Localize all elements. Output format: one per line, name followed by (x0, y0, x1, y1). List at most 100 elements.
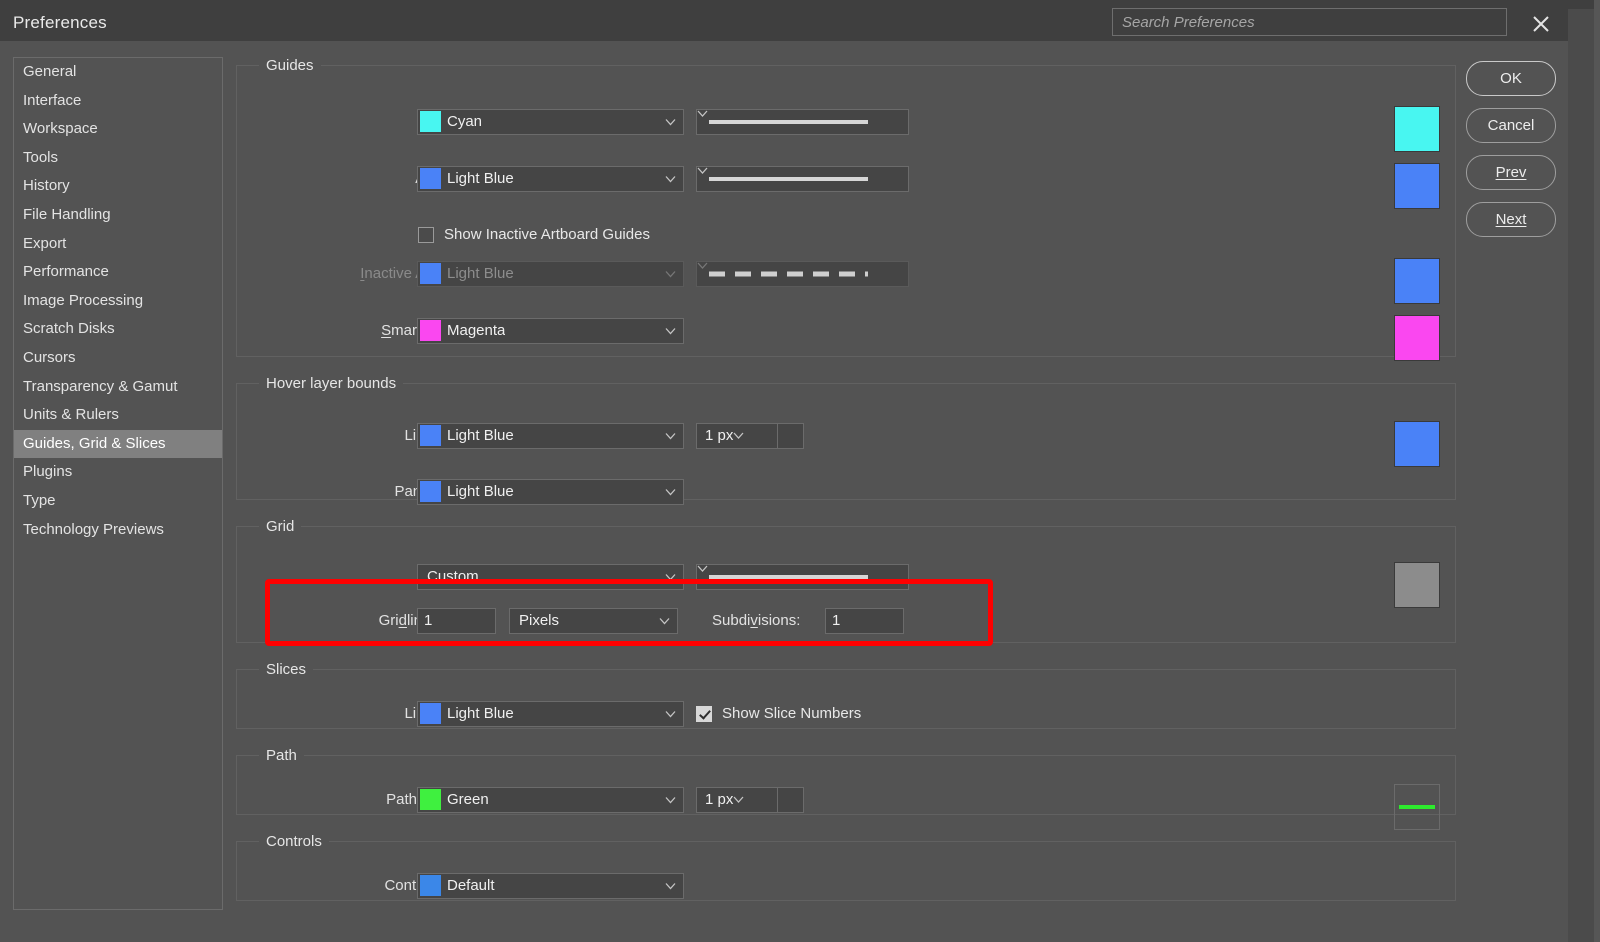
sidebar-item-tools[interactable]: Tools (14, 144, 222, 173)
slices-group: Slices Line Color: Light Blue Show Slice… (236, 661, 1456, 729)
grid-spacing-row: Gridline Every: Pixels Subdivisions: (237, 597, 1455, 644)
show-inactive-artboard-guides-label: Show Inactive Artboard Guides (444, 226, 650, 243)
search-preferences-box[interactable] (1112, 8, 1507, 36)
sidebar-item-export[interactable]: Export (14, 230, 222, 259)
guides-smart-guides-row: Smart Guides: Magenta (237, 307, 1455, 354)
preferences-category-list[interactable]: General Interface Workspace Tools Histor… (13, 57, 223, 910)
grid-color-preview (1394, 562, 1440, 608)
sidebar-item-guides-grid-slices[interactable]: Guides, Grid & Slices (14, 430, 222, 459)
chevron-down-icon (665, 710, 676, 717)
guides-inactive-artboard-line-style-select (696, 261, 909, 287)
sidebar-item-plugins[interactable]: Plugins (14, 458, 222, 487)
sidebar-item-transparency-gamut[interactable]: Transparency & Gamut (14, 373, 222, 402)
guides-inactive-artboard-color-preview (1394, 258, 1440, 304)
sidebar-item-file-handling[interactable]: File Handling (14, 201, 222, 230)
guides-inactive-artboard-color-select: Light Blue (417, 261, 684, 287)
hover-line-width-value: 1 px (705, 427, 733, 444)
light-blue-swatch-icon (420, 168, 441, 189)
path-group-legend: Path (259, 747, 304, 764)
hover-line-color-preview (1394, 421, 1440, 467)
next-button[interactable]: Next (1466, 202, 1556, 237)
show-inactive-artboard-guides-checkbox[interactable] (418, 227, 434, 243)
hover-line-color-row: Line Color: Light Blue 1 px (237, 412, 1455, 459)
dialog-action-buttons: OK Cancel Prev Next (1466, 61, 1556, 249)
chevron-down-icon (659, 617, 670, 624)
controls-group-legend: Controls (259, 833, 329, 850)
sidebar-item-interface[interactable]: Interface (14, 87, 222, 116)
search-input[interactable] (1113, 9, 1506, 35)
light-blue-swatch-icon (420, 481, 441, 502)
gridline-unit-select[interactable]: Pixels (509, 608, 678, 634)
grid-group-legend: Grid (259, 518, 301, 535)
light-blue-swatch-icon (420, 703, 441, 724)
subdivisions-input[interactable] (825, 608, 904, 634)
show-slice-numbers-checkbox[interactable] (696, 706, 712, 722)
guides-inactive-artboard-row: Inactive Artboard: Light Blue (237, 250, 1455, 297)
sidebar-item-cursors[interactable]: Cursors (14, 344, 222, 373)
chevron-down-icon (665, 327, 676, 334)
solid-line-preview-icon (709, 120, 868, 124)
sidebar-item-scratch-disks[interactable]: Scratch Disks (14, 315, 222, 344)
hover-line-color-select[interactable]: Light Blue (417, 423, 684, 449)
guides-canvas-row: Canvas: Cyan (237, 98, 1455, 145)
solid-line-preview-icon (709, 575, 868, 579)
sidebar-item-image-processing[interactable]: Image Processing (14, 287, 222, 316)
gridline-unit-value: Pixels (519, 612, 559, 629)
prev-button-label: Prev (1496, 164, 1527, 181)
chevron-down-icon (697, 167, 908, 174)
sidebar-item-performance[interactable]: Performance (14, 258, 222, 287)
guides-inactive-artboard-color-value: Light Blue (447, 265, 514, 282)
path-group: Path Path Options: Green 1 px (236, 747, 1456, 815)
sidebar-item-units-rulers[interactable]: Units & Rulers (14, 401, 222, 430)
path-line-width-select[interactable]: 1 px (696, 787, 804, 813)
guides-canvas-color-preview (1394, 106, 1440, 152)
slices-line-color-value: Light Blue (447, 705, 514, 722)
guides-canvas-color-select[interactable]: Cyan (417, 109, 684, 135)
hover-panel-color-row: Panel Color: Light Blue (237, 468, 1455, 515)
guides-artboard-color-select[interactable]: Light Blue (417, 166, 684, 192)
chevron-down-icon (665, 118, 676, 125)
px-divider (777, 424, 778, 448)
grid-color-select[interactable]: Custom... (417, 564, 684, 590)
gridline-every-input[interactable] (417, 608, 496, 634)
guides-artboard-color-preview (1394, 163, 1440, 209)
sidebar-item-workspace[interactable]: Workspace (14, 115, 222, 144)
guides-artboard-line-style-select[interactable] (696, 166, 909, 192)
chevron-down-icon (665, 488, 676, 495)
show-slice-numbers-label: Show Slice Numbers (722, 705, 861, 722)
grid-color-row: Color: Custom... (237, 553, 1455, 600)
control-color-select[interactable]: Default (417, 873, 684, 899)
grid-line-style-select[interactable] (696, 564, 909, 590)
sidebar-item-general[interactable]: General (14, 58, 222, 87)
sidebar-item-technology-previews[interactable]: Technology Previews (14, 516, 222, 545)
path-color-preview (1394, 784, 1440, 830)
cancel-button[interactable]: Cancel (1466, 108, 1556, 143)
chevron-down-icon (665, 270, 676, 277)
hover-line-width-select[interactable]: 1 px (696, 423, 804, 449)
next-button-label: Next (1496, 211, 1527, 228)
path-options-color-select[interactable]: Green (417, 787, 684, 813)
chevron-down-icon (665, 882, 676, 889)
solid-line-preview-icon (709, 177, 868, 181)
slices-line-color-select[interactable]: Light Blue (417, 701, 684, 727)
sidebar-item-history[interactable]: History (14, 172, 222, 201)
show-slice-numbers-row[interactable]: Show Slice Numbers (696, 705, 861, 722)
guides-smart-guides-color-select[interactable]: Magenta (417, 318, 684, 344)
chevron-down-icon (697, 565, 908, 572)
guides-artboard-color-value: Light Blue (447, 170, 514, 187)
guides-smart-guides-color-value: Magenta (447, 322, 505, 339)
green-line-preview-icon (1399, 805, 1435, 809)
path-line-width-value: 1 px (705, 791, 733, 808)
chevron-down-icon (697, 110, 908, 117)
show-inactive-artboard-guides-row[interactable]: Show Inactive Artboard Guides (418, 226, 650, 243)
path-options-row: Path Options: Green 1 px (237, 776, 1455, 823)
ok-button[interactable]: OK (1466, 61, 1556, 96)
sidebar-item-type[interactable]: Type (14, 487, 222, 516)
close-icon[interactable] (1524, 8, 1558, 38)
light-blue-swatch-icon (420, 263, 441, 284)
prev-button[interactable]: Prev (1466, 155, 1556, 190)
slices-line-color-row: Line Color: Light Blue Show Slice Number… (237, 690, 1455, 737)
slices-group-legend: Slices (259, 661, 313, 678)
guides-canvas-line-style-select[interactable] (696, 109, 909, 135)
hover-panel-color-select[interactable]: Light Blue (417, 479, 684, 505)
